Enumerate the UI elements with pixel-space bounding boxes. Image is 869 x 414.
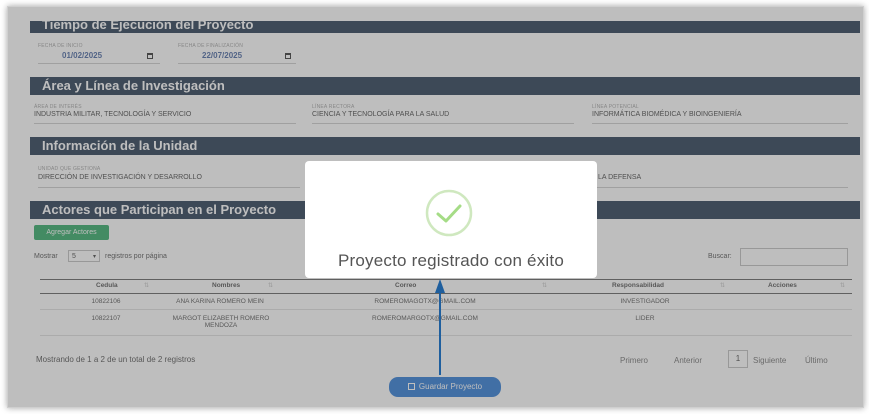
modal-title: Proyecto registrado con éxito	[338, 251, 564, 270]
screenshot-frame: Tiempo de Ejecución del Proyecto Fecha d…	[7, 6, 864, 408]
check-circle-icon	[425, 189, 473, 237]
